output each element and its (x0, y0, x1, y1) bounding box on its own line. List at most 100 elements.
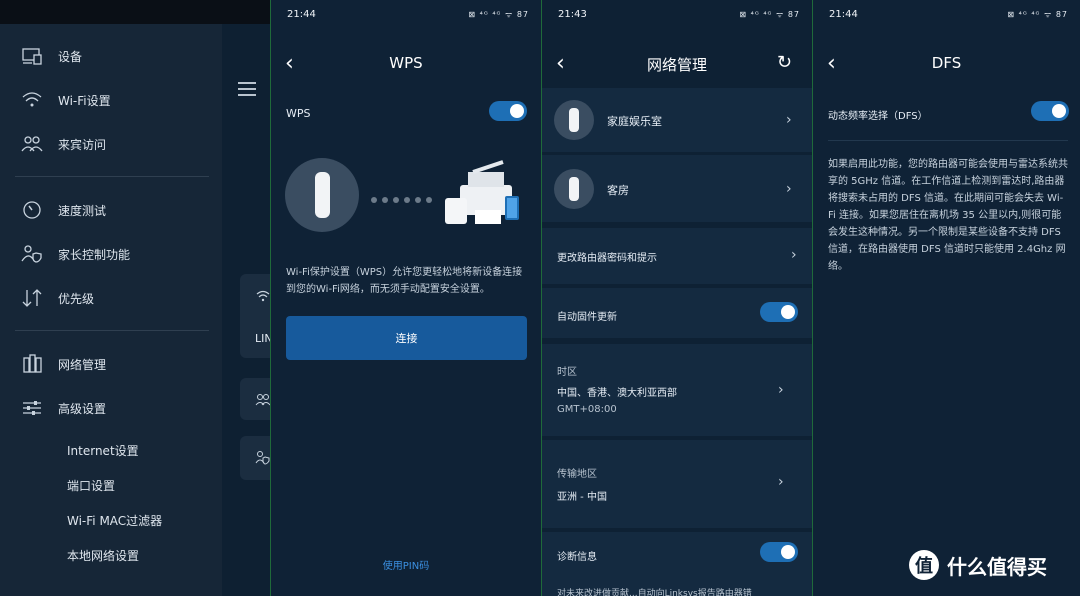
auto-update-label: 自动固件更新 (557, 312, 617, 323)
nav-bar: ‹ 网络管理 ↻ (542, 40, 812, 88)
timezone-row[interactable]: 时区 中国、香港、澳大利亚西部 GMT+08:00 › (542, 344, 812, 436)
sidebar-item-wifi-settings[interactable]: Wi-Fi设置 (0, 78, 222, 122)
wps-toggle-label: WPS (286, 107, 311, 120)
sidebar-item-parental-control[interactable]: 家长控制功能 (0, 232, 222, 276)
devices-icon (22, 48, 42, 65)
dfs-toggle[interactable] (1031, 101, 1069, 121)
wifi-icon (22, 92, 42, 107)
sidebar-item-label: 家长控制功能 (58, 247, 131, 262)
diagnostics-label: 诊断信息 (557, 552, 597, 563)
sidebar-item-label: 优先级 (58, 291, 95, 306)
hamburger-menu-icon[interactable] (238, 82, 256, 96)
region-value: 亚洲 - 中国 (557, 492, 607, 503)
status-bar: 21:43 ⊠ ⁴ᴳ ⁴ᴳ ᯤ 87 (542, 0, 812, 28)
auto-update-row: 自动固件更新 (542, 288, 812, 338)
wps-screen: 21:44 ⊠ ⁴ᴳ ⁴ᴳ ᯤ 87 ‹ WPS WPS Wi-Fi保护设置（W… (271, 0, 541, 596)
divider (15, 176, 209, 177)
status-time: 21:44 (829, 9, 858, 20)
region-label: 传输地区 (557, 469, 597, 480)
divider (15, 330, 209, 331)
sidebar-item-label: 设备 (58, 49, 83, 64)
use-pin-link[interactable]: 使用PIN码 (271, 557, 541, 572)
page-title: 网络管理 (646, 56, 707, 74)
status-bar: 21:44 ⊠ ⁴ᴳ ⁴ᴳ ᯤ 87 (271, 0, 541, 28)
chevron-right-icon: › (791, 247, 797, 263)
node-name: 家庭娱乐室 (607, 115, 662, 128)
sidebar-item-label: Wi-Fi设置 (58, 93, 111, 108)
status-time: 21:44 (287, 9, 316, 20)
diagnostics-row: 诊断信息 对未来改进做贡献...自动向Linksys报告路由器错 (542, 532, 812, 596)
router-icon (315, 172, 330, 218)
top-strip (0, 0, 270, 24)
sidebar-item-label: 网络管理 (58, 357, 107, 372)
status-icons: ⊠ ⁴ᴳ ⁴ᴳ ᯤ 87 (739, 10, 800, 19)
network-name-partial: LIN (255, 332, 270, 345)
change-password-row[interactable]: 更改路由器密码和提示 › (542, 228, 812, 284)
diagnostics-toggle[interactable] (760, 542, 798, 562)
sidebar-item-label: 高级设置 (58, 401, 107, 416)
sliders-icon (23, 401, 41, 415)
sidebar-subitem-internet[interactable]: Internet设置 (67, 442, 139, 459)
sidebar-item-label: 来宾访问 (58, 137, 107, 152)
region-row[interactable]: 传输地区 亚洲 - 中国 › (542, 440, 812, 528)
network-admin-icon (23, 354, 42, 373)
network-admin-screen: 21:43 ⊠ ⁴ᴳ ⁴ᴳ ᯤ 87 ‹ 网络管理 ↻ 家庭娱乐室 › 客房 ›… (542, 0, 812, 596)
nav-bar: ‹ DFS (813, 40, 1080, 88)
timezone-value: 中国、香港、澳大利亚西部 (557, 388, 677, 399)
sidebar-subitem-port[interactable]: 端口设置 (67, 477, 115, 494)
dfs-toggle-label: 动态频率选择（DFS） (828, 111, 928, 122)
chevron-right-icon: › (786, 112, 792, 128)
node-name: 客房 (607, 184, 629, 197)
diagnostics-description: 对未来改进做贡献...自动向Linksys报告路由器错 (557, 589, 752, 596)
status-bar: 21:44 ⊠ ⁴ᴳ ⁴ᴳ ᯤ 87 (813, 0, 1080, 28)
main-card-parental[interactable] (240, 436, 270, 480)
auto-update-toggle[interactable] (760, 302, 798, 322)
watermark-text: 什么值得买 (947, 554, 1047, 579)
chevron-right-icon: › (778, 382, 784, 398)
list-item[interactable]: 客房 › (542, 155, 812, 222)
page-title: DFS (931, 54, 962, 72)
sidebar-item-speed-test[interactable]: 速度测试 (0, 188, 222, 232)
refresh-icon[interactable]: ↻ (777, 52, 792, 73)
priority-arrows-icon (22, 289, 42, 307)
sidebar-item-devices[interactable]: 设备 (0, 34, 222, 78)
sidebar-item-advanced[interactable]: 高级设置 (0, 386, 222, 430)
main-card-guest[interactable] (240, 378, 270, 420)
status-time: 21:43 (558, 9, 587, 20)
watermark: 值 什么值得买 (909, 550, 1047, 580)
sidebar-subitem-mac-filter[interactable]: Wi-Fi MAC过滤器 (67, 512, 162, 529)
divider (828, 140, 1068, 141)
wifi-icon (256, 290, 270, 302)
sidebar-item-label: 速度测试 (58, 203, 107, 218)
wps-illustration (285, 158, 519, 232)
sidebar-panel: LIN 设备 Wi-Fi设置 来宾访问 速度测试 家长控制功能 优先级 网络管理… (0, 0, 270, 596)
list-item[interactable]: 家庭娱乐室 › (542, 88, 812, 152)
router-node-icon (554, 169, 594, 209)
connection-dots-icon (371, 197, 432, 203)
connect-button[interactable]: 连接 (286, 316, 527, 360)
status-icons: ⊠ ⁴ᴳ ⁴ᴳ ᯤ 87 (468, 10, 529, 19)
watermark-logo-icon: 值 (909, 550, 939, 580)
guest-access-icon (255, 394, 270, 406)
chevron-right-icon: › (778, 474, 784, 490)
dfs-description: 如果启用此功能，您的路由器可能会使用与雷达系统共享的 5GHz 信道。在工作信道… (828, 159, 1068, 272)
wps-toggle[interactable] (489, 101, 527, 121)
dfs-screen: 21:44 ⊠ ⁴ᴳ ⁴ᴳ ᯤ 87 ‹ DFS 动态频率选择（DFS） 如果启… (813, 0, 1080, 596)
main-card-wifi[interactable]: LIN (240, 274, 270, 358)
page-title: WPS (389, 54, 423, 72)
sidebar-item-priority[interactable]: 优先级 (0, 276, 222, 320)
timezone-offset: GMT+08:00 (557, 404, 617, 415)
change-password-label: 更改路由器密码和提示 (557, 253, 657, 264)
router-node-icon (554, 100, 594, 140)
timezone-label: 时区 (557, 367, 577, 378)
sidebar-item-network-admin[interactable]: 网络管理 (0, 342, 222, 386)
sidebar-subitem-local-network[interactable]: 本地网络设置 (67, 547, 139, 564)
guest-access-icon (21, 136, 43, 152)
parental-control-icon (21, 245, 42, 263)
sidebar-item-guest-access[interactable]: 来宾访问 (0, 122, 222, 166)
printer-devices-icon (445, 160, 519, 224)
sidebar: 设备 Wi-Fi设置 来宾访问 速度测试 家长控制功能 优先级 网络管理 高级设… (0, 24, 222, 596)
chevron-right-icon: › (786, 181, 792, 197)
nav-bar: ‹ WPS (271, 40, 541, 88)
status-icons: ⊠ ⁴ᴳ ⁴ᴳ ᯤ 87 (1007, 10, 1068, 19)
